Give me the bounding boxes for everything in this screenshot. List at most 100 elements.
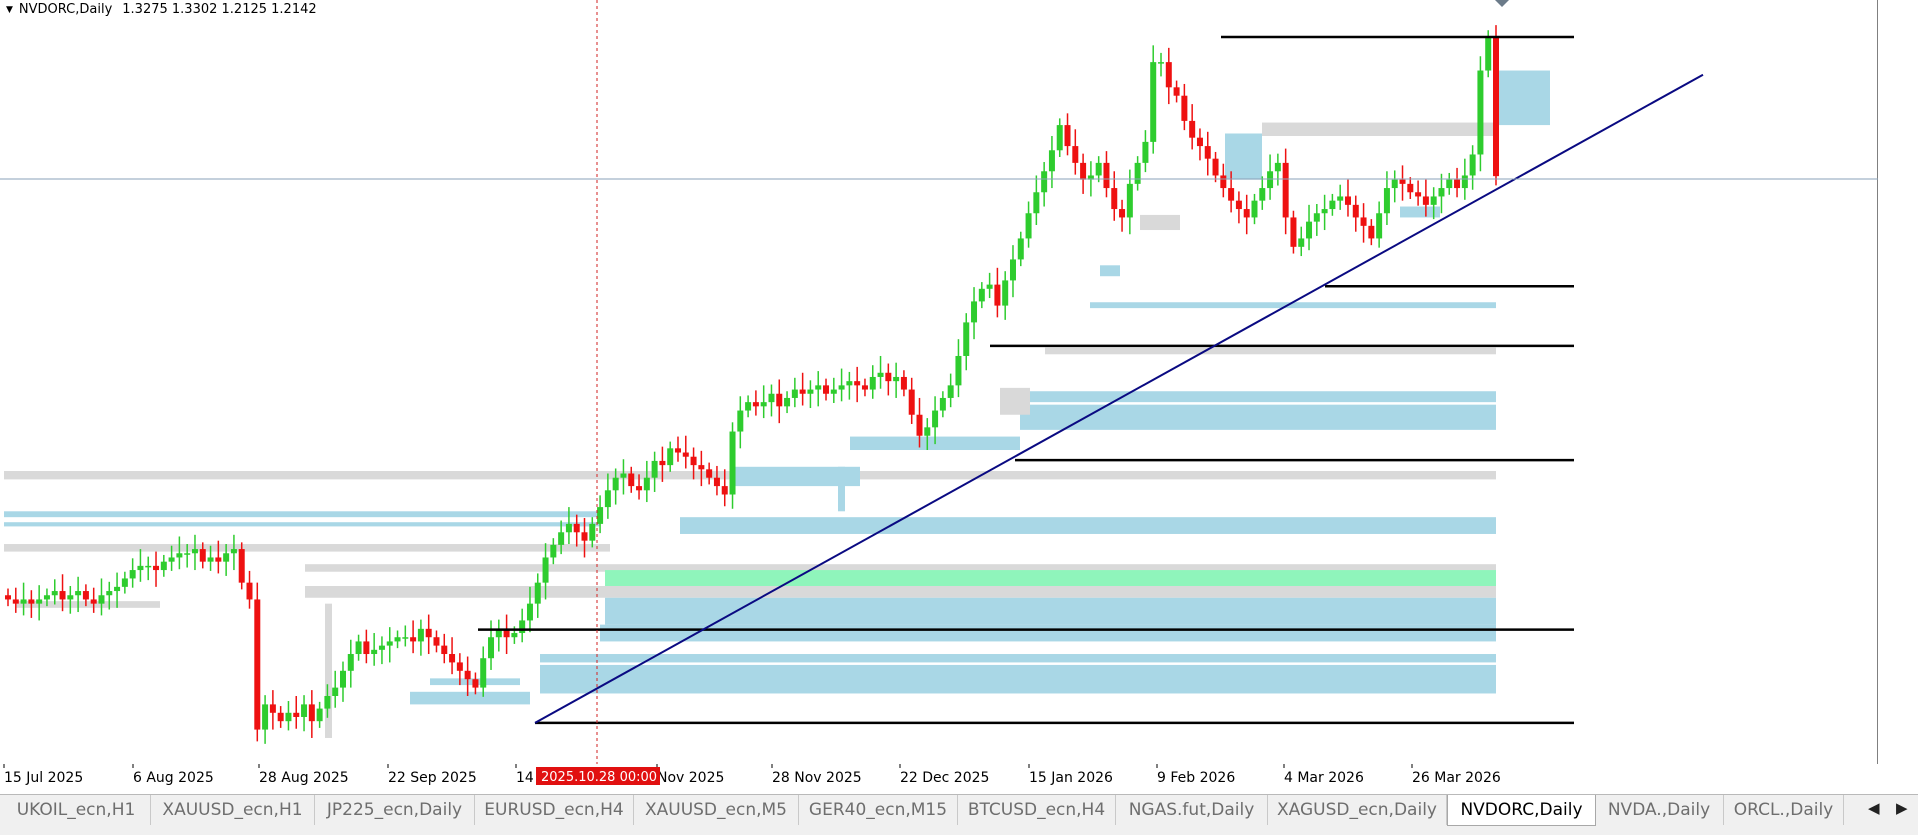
chart-tab-bar: UKOIL_ecn,H1 XAUUSD_ecn,H1 JP225_ecn,Dai… [0,794,1918,835]
chart-area[interactable]: 1.4151.3351.2551.1751.0951.0150.9350.855… [0,0,1878,786]
zone-rect [605,570,1496,587]
candle-body [1368,225,1375,239]
candle-body [869,376,876,390]
candle-body [947,385,954,398]
candle-body [1111,188,1118,210]
tab-orcl-daily[interactable]: ORCL.,Daily [1724,795,1844,825]
candle-body [1469,154,1476,176]
tab-xauusd-h1[interactable]: XAUUSD_ecn,H1 [151,795,315,825]
candle-body [417,628,424,642]
tab-nvdorc-daily[interactable]: NVDORC,Daily [1447,795,1596,826]
zone-rect [1100,265,1120,277]
candle-body [784,397,791,407]
candle-body [67,595,74,600]
candle-body [1220,175,1227,189]
zone-rect [305,586,1496,598]
candle-body [36,599,43,604]
tab-ngas-daily[interactable]: NGAS.fut,Daily [1116,795,1268,825]
candle-body [1493,36,1499,177]
candle-body [978,288,985,302]
candle-body [137,565,144,571]
candle-body [347,654,354,671]
zone-rect [1262,122,1496,137]
price-chart[interactable]: 1.4151.3351.2551.1751.0951.0150.9350.855… [0,0,1878,792]
tab-jp225-daily[interactable]: JP225_ecn,Daily [315,795,475,825]
tab-eurusd-h4[interactable]: EURUSD_ecn,H4 [475,795,634,825]
candle-body [791,389,798,398]
candle-body [1048,150,1055,172]
time-axis-label: 14 [516,770,534,786]
candle-body [386,641,393,646]
candle-body [425,628,432,638]
candle-body [823,385,830,394]
candle-body [1446,179,1453,189]
candle-body [402,637,409,639]
candle-body [488,637,495,659]
candle-body [604,490,611,508]
candle-body [129,570,136,579]
candle-body [1376,213,1383,239]
candle-body [526,603,533,621]
candle-body [1438,188,1445,197]
candle-body [1212,158,1219,176]
candle-body [355,641,362,655]
crosshair-time-label: 2025.10.28 00:00 [541,770,657,785]
candle-body [1337,196,1344,201]
collapse-triangle-icon[interactable]: ▼ [6,5,13,15]
scroll-tabs-left-icon[interactable]: ◀ [1868,799,1880,817]
candle-body [861,385,868,390]
candle-body [620,473,627,478]
candle-body [1461,175,1468,189]
candle-body [760,402,767,407]
zone-rect [1140,214,1180,231]
candle-body [1477,70,1484,155]
candle-body [698,465,705,470]
time-axis-label: 28 Aug 2025 [259,770,349,786]
time-axis-label: 26 Mar 2026 [1412,770,1501,786]
candle-body [456,662,463,671]
candle-body [1165,62,1172,88]
candle-body [1142,141,1149,163]
candle-body [371,649,378,655]
tab-nvda-daily[interactable]: NVDA.,Daily [1595,795,1724,825]
candle-body [768,393,775,403]
candle-body [752,402,759,407]
candle-body [1454,179,1461,189]
time-axis-label: 15 Jan 2026 [1029,770,1113,786]
candle-body [986,284,993,289]
candle-body [51,591,58,596]
candle-body [1267,171,1274,189]
candle-body [1033,192,1040,214]
chart-background [0,0,1878,764]
tab-ukoil-h1[interactable]: UKOIL_ecn,H1 [2,795,151,825]
candle-body [1306,221,1313,239]
candle-body [1399,179,1406,184]
zone-rect [410,691,530,705]
candle-body [900,376,907,390]
candle-body [1228,188,1235,201]
candle-body [269,704,276,713]
tab-xagusd-daily[interactable]: XAGUSD_ecn,Daily [1268,795,1447,825]
candle-body [1321,209,1328,214]
candle-body [246,582,253,600]
candle-body [1235,200,1242,210]
zone-rect [680,517,1496,534]
tab-ger40-m15[interactable]: GER40_ecn,M15 [799,795,958,825]
candle-body [877,372,884,377]
symbol-label: NVDORC,Daily [18,2,113,17]
candle-body [145,565,152,568]
scroll-tabs-right-icon[interactable]: ▶ [1896,799,1908,817]
tab-btcusd-h4[interactable]: BTCUSD_ecn,H4 [958,795,1116,825]
candle-body [238,549,245,583]
zone-rect [605,597,1496,625]
candle-body [1080,162,1087,180]
candle-body [1181,95,1188,121]
candle-body [394,637,401,642]
candle-body [674,448,681,453]
candle-body [1344,196,1351,205]
zone-rect [4,544,610,552]
candle-body [1158,62,1165,64]
tab-xauusd-m5[interactable]: XAUUSD_ecn,M5 [634,795,799,825]
candle-body [682,452,689,457]
zone-rect [325,603,332,738]
